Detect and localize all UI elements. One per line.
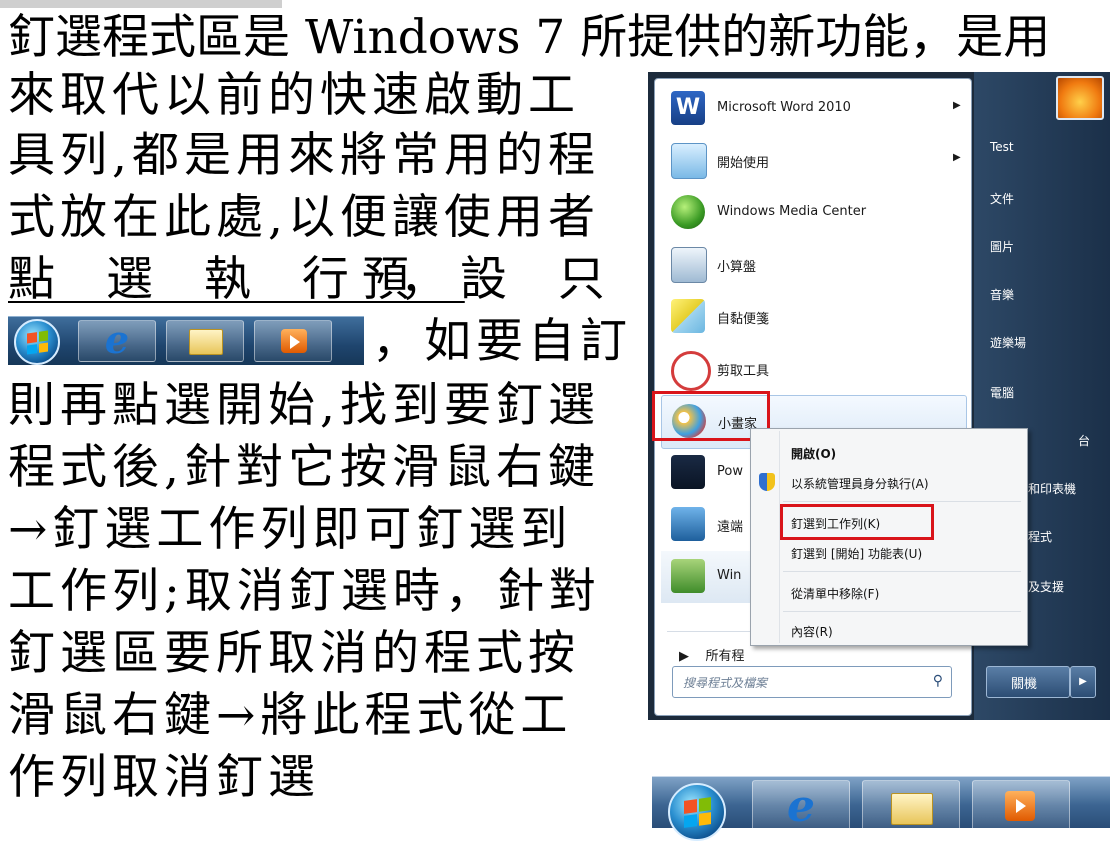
search-input[interactable]: 搜尋程式及檔案 ⚲	[672, 666, 952, 698]
ctx-separator	[783, 571, 1021, 572]
menu-item-snipping-tool[interactable]: 剪取工具	[661, 343, 965, 395]
ctx-separator	[783, 501, 1021, 502]
ie-taskbar-button: e	[78, 317, 156, 362]
paragraph-line-4: 式放在此處,以便讓使用者	[8, 190, 600, 245]
submenu-arrow-icon: ▶	[953, 100, 961, 111]
ctx-properties[interactable]: 內容(R)	[791, 623, 833, 640]
remote-desktop-icon	[671, 507, 705, 541]
right-link-devices-printers[interactable]: 和印表機	[1028, 480, 1076, 497]
paragraph-line-10: 工作列;取消釘選時，針對	[8, 564, 601, 619]
submenu-arrow-icon: ▶	[953, 152, 961, 163]
expand-arrow-icon: ▶	[679, 649, 689, 664]
calculator-icon	[671, 247, 707, 283]
pin-taskbar-highlight-box	[780, 504, 934, 540]
word-icon: W	[671, 91, 705, 125]
search-placeholder: 搜尋程式及檔案	[683, 676, 768, 690]
explorer-taskbar-button	[862, 780, 960, 832]
inline-taskbar-image: e	[8, 316, 364, 365]
menu-item-label: Microsoft Word 2010	[717, 100, 851, 115]
windows-update-icon	[671, 559, 705, 593]
internet-explorer-icon: e	[787, 781, 815, 832]
start-orb-icon	[14, 319, 60, 365]
right-link-documents[interactable]: 文件	[990, 190, 1014, 207]
user-avatar-icon	[1056, 76, 1104, 120]
folder-icon	[189, 329, 223, 355]
right-link-control-panel[interactable]: 台	[1078, 432, 1090, 449]
menu-item-label: 剪取工具	[717, 364, 770, 379]
menu-item-label: Windows Media Center	[717, 204, 867, 219]
right-link-help-support[interactable]: 及支援	[1028, 578, 1064, 595]
media-player-icon	[1005, 791, 1035, 821]
media-center-icon	[671, 195, 705, 229]
paragraph-line-3: 具列,都是用來將常用的程	[8, 128, 600, 183]
right-link-pictures[interactable]: 圖片	[990, 238, 1014, 255]
menu-item-label: 遠端	[717, 520, 744, 535]
bottom-taskbar-image: e	[652, 776, 1110, 841]
paragraph-line-9: →釘選工作列即可釘選到	[8, 502, 573, 557]
ctx-separator	[783, 611, 1021, 612]
paragraph-line-8: 程式後,針對它按滑鼠右鍵	[8, 440, 600, 495]
media-player-taskbar-button	[254, 320, 332, 362]
ctx-run-as-admin[interactable]: 以系統管理員身分執行(A)	[791, 475, 929, 492]
ctx-pin-to-start[interactable]: 釘選到 [開始] 功能表(U)	[791, 545, 922, 562]
uac-shield-icon	[759, 473, 775, 491]
right-link-default-programs[interactable]: 程式	[1028, 528, 1052, 545]
menu-item-word[interactable]: W Microsoft Word 2010 ▶	[661, 83, 965, 135]
ctx-remove-from-list[interactable]: 從清單中移除(F)	[791, 585, 879, 602]
paragraph-line-2: 來取代以前的快速啟動工	[8, 68, 580, 123]
snipping-tool-icon	[671, 351, 711, 391]
media-player-icon	[281, 329, 307, 353]
all-programs-link[interactable]: ▶ 所有程	[679, 645, 745, 664]
menu-item-label: 自黏便箋	[717, 312, 770, 327]
paragraph-line-12: 滑鼠右鍵→將此程式從工	[8, 688, 573, 743]
getting-started-icon	[671, 143, 707, 179]
paragraph-line-13: 作列取消釘選	[8, 750, 320, 805]
shutdown-options-button[interactable]: ▶	[1070, 666, 1096, 698]
search-icon: ⚲	[932, 673, 943, 689]
menu-item-media-center[interactable]: Windows Media Center	[661, 187, 965, 239]
menu-item-getting-started[interactable]: 開始使用 ▶	[661, 135, 965, 187]
menu-item-calculator[interactable]: 小算盤	[661, 239, 965, 291]
media-player-taskbar-button	[972, 780, 1070, 832]
sticky-notes-icon	[671, 299, 705, 333]
paragraph-line-1: 釘選程式區是 Windows 7 所提供的新功能，是用	[8, 10, 1051, 65]
ie-taskbar-button: e	[752, 780, 850, 832]
menu-item-label: Pow	[717, 464, 743, 479]
folder-icon	[891, 793, 933, 825]
right-link-computer[interactable]: 電腦	[990, 384, 1014, 401]
ctx-open[interactable]: 開啟(O)	[791, 445, 836, 462]
right-link-user[interactable]: Test	[990, 140, 1014, 154]
paragraph-line-7: 則再點選開始,找到要釘選	[8, 378, 600, 433]
all-programs-label: 所有程	[705, 649, 745, 664]
top-tab-decoration	[0, 0, 282, 8]
right-link-music[interactable]: 音樂	[990, 286, 1014, 303]
shutdown-button[interactable]: 關機	[986, 666, 1070, 698]
right-link-games[interactable]: 遊樂場	[990, 334, 1026, 351]
start-orb-icon	[668, 783, 726, 841]
menu-item-label: 小算盤	[717, 260, 757, 275]
paragraph-line-6: ，如要自訂	[372, 314, 632, 369]
explorer-taskbar-button	[166, 320, 244, 362]
internet-explorer-icon: e	[104, 317, 130, 362]
menu-item-sticky-notes[interactable]: 自黏便箋	[661, 291, 965, 343]
menu-item-label: Win	[717, 568, 742, 583]
menu-item-label: 開始使用	[717, 156, 770, 171]
shutdown-label: 關機	[1011, 677, 1038, 692]
dvd-maker-icon	[671, 455, 705, 489]
paragraph-line-11: 釘選區要所取消的程式按	[8, 626, 580, 681]
